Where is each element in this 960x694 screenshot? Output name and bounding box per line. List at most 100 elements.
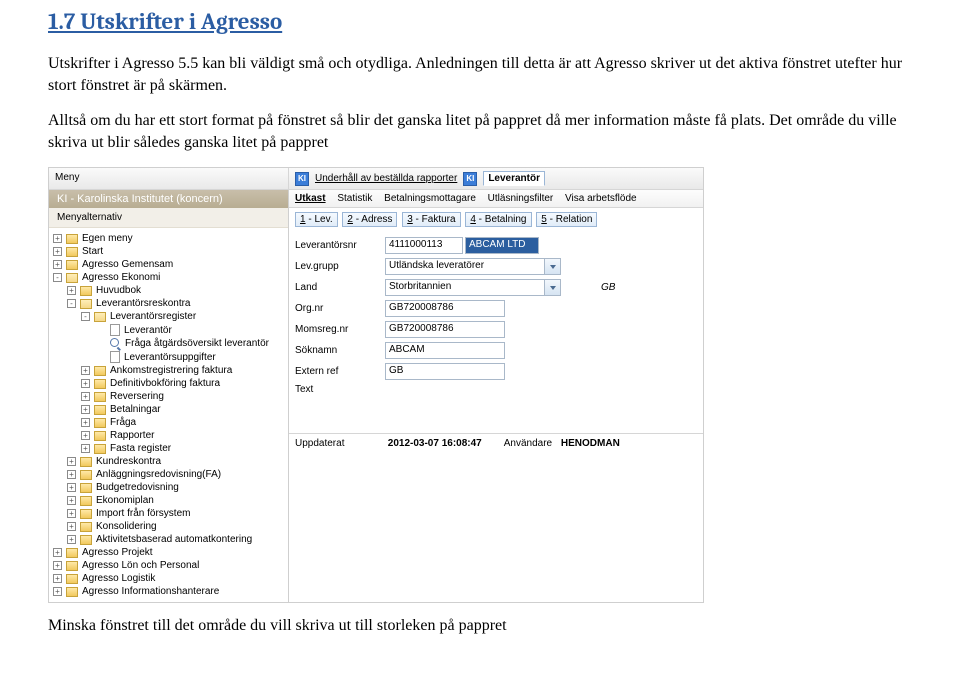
tree-item[interactable]: +Agresso Informationshanterare — [53, 585, 284, 598]
tree-item[interactable]: +Fråga — [53, 416, 284, 429]
expand-icon[interactable]: + — [67, 496, 76, 505]
levgrupp-select[interactable]: Utländska leveratörer — [385, 258, 545, 275]
tree-item[interactable]: + Agresso Projekt — [53, 546, 284, 559]
leverantor-name[interactable]: ABCAM LTD — [465, 237, 539, 254]
expand-icon[interactable]: + — [53, 587, 62, 596]
sidebar: KI - Karolinska Institutet (koncern) Men… — [49, 190, 289, 602]
externref-input[interactable]: GB — [385, 363, 505, 380]
expand-icon[interactable]: + — [67, 509, 76, 518]
paragraph-1: Utskrifter i Agresso 5.5 kan bli väldigt… — [48, 53, 912, 96]
folder-icon — [80, 509, 92, 519]
tree-item[interactable]: +Aktivitetsbaserad automatkontering — [53, 533, 284, 546]
tree-item-label: Ekonomiplan — [96, 495, 154, 506]
tree-item[interactable]: + Rapporter — [53, 429, 284, 442]
collapse-icon[interactable]: - — [53, 273, 62, 282]
tree-item[interactable]: -Leverantörsreskontra — [53, 297, 284, 310]
expand-icon[interactable]: + — [53, 574, 62, 583]
chevron-down-icon[interactable] — [545, 279, 561, 296]
expand-icon[interactable]: + — [53, 548, 62, 557]
folder-icon — [66, 574, 78, 584]
collapse-icon[interactable]: - — [67, 299, 76, 308]
numtab-adress[interactable]: 2 - Adress — [342, 212, 397, 227]
expand-icon[interactable]: + — [81, 379, 90, 388]
numtab-betalning[interactable]: 4 - Betalning — [465, 212, 531, 227]
tree-item[interactable]: + Ekonomiplan — [53, 494, 284, 507]
expand-icon[interactable]: + — [67, 535, 76, 544]
tab-betalningsmottagare[interactable]: Betalningsmottagare — [384, 193, 476, 204]
land-select[interactable]: Storbritannien — [385, 279, 545, 296]
expand-icon[interactable]: + — [81, 444, 90, 453]
tree-item-label: Ankomstregistrering faktura — [110, 365, 232, 376]
collapse-icon[interactable]: - — [81, 312, 90, 321]
tab-utlasningsfilter[interactable]: Utläsningsfilter — [488, 193, 554, 204]
tab-visa-arbetsflode[interactable]: Visa arbetsflöde — [565, 193, 637, 204]
tree-item[interactable]: + Agresso Gemensam — [53, 258, 284, 271]
expand-icon[interactable]: + — [67, 470, 76, 479]
tree-item[interactable]: +Fasta register — [53, 442, 284, 455]
orgnr-label: Org.nr — [295, 303, 385, 314]
expand-icon[interactable]: + — [53, 561, 62, 570]
folder-icon — [80, 535, 92, 545]
expand-icon[interactable]: + — [67, 457, 76, 466]
folder-icon — [66, 234, 78, 244]
tree-item[interactable]: +Definitivbokföring faktura — [53, 377, 284, 390]
folder-icon — [66, 548, 78, 558]
soknamn-input[interactable]: ABCAM — [385, 342, 505, 359]
tree-item[interactable]: +Kundreskontra — [53, 455, 284, 468]
expand-icon[interactable]: + — [81, 405, 90, 414]
expand-icon[interactable]: + — [81, 392, 90, 401]
tree-item[interactable]: +Egen meny — [53, 232, 284, 245]
tree-item[interactable]: +Agresso Lön och Personal — [53, 559, 284, 572]
tree-item[interactable]: + Huvudbok — [53, 284, 284, 297]
numtab-relation[interactable]: 5 - Relation — [536, 212, 597, 227]
expand-icon[interactable]: + — [67, 522, 76, 531]
orgnr-input[interactable]: GB720008786 — [385, 300, 505, 317]
expand-icon[interactable]: + — [53, 234, 62, 243]
tree-item[interactable]: Leverantör — [53, 323, 284, 337]
expand-icon[interactable]: + — [53, 247, 62, 256]
tree-item-label: Konsolidering — [96, 521, 157, 532]
top-bar-menu-label[interactable]: Meny — [49, 168, 289, 189]
tab-utkast[interactable]: Utkast — [295, 193, 326, 204]
chevron-down-icon[interactable] — [545, 258, 561, 275]
update-row: Uppdaterat 2012-03-07 16:08:47 Användare… — [289, 433, 703, 453]
tree-item[interactable]: Fråga åtgärdsöversikt leverantör — [53, 337, 284, 350]
tree-item-label: Huvudbok — [96, 285, 141, 296]
tree-item[interactable]: -Agresso Ekonomi — [53, 271, 284, 284]
ki-icon: KI — [463, 172, 477, 186]
ki-icon: KI — [295, 172, 309, 186]
top-bar: Meny KI Underhåll av beställda rapporter… — [49, 168, 703, 190]
leverantorsnr-input[interactable]: 4111000113 — [385, 237, 463, 254]
tree-item[interactable]: + Konsolidering — [53, 520, 284, 533]
tree-item[interactable]: - Leverantörsregister — [53, 310, 284, 323]
tree-item-label: Import från försystem — [96, 508, 190, 519]
numtab-faktura[interactable]: 3 - Faktura — [402, 212, 460, 227]
tree-item[interactable]: Leverantörsuppgifter — [53, 350, 284, 364]
tree-item-label: Rapporter — [110, 430, 154, 441]
tree-item[interactable]: +Reversering — [53, 390, 284, 403]
tree-item[interactable]: +Budgetredovisning — [53, 481, 284, 494]
tab-underhall[interactable]: Underhåll av beställda rapporter — [315, 173, 457, 184]
tree-item[interactable]: +Anläggningsredovisning(FA) — [53, 468, 284, 481]
numtab-lev[interactable]: 1 - Lev. — [295, 212, 338, 227]
tab-leverantor[interactable]: Leverantör — [483, 171, 545, 186]
expand-icon[interactable]: + — [81, 366, 90, 375]
expand-icon[interactable]: + — [53, 260, 62, 269]
tree-item[interactable]: +Agresso Logistik — [53, 572, 284, 585]
tree-item[interactable]: + Import från försystem — [53, 507, 284, 520]
expand-icon[interactable]: + — [67, 483, 76, 492]
tree-item-label: Leverantörsregister — [110, 311, 196, 322]
tab-statistik[interactable]: Statistik — [337, 193, 372, 204]
tree-item-label: Agresso Gemensam — [82, 259, 173, 270]
tree-item[interactable]: + Ankomstregistrering faktura — [53, 364, 284, 377]
main-panel: Utkast Statistik Betalningsmottagare Utl… — [289, 190, 703, 602]
tree-item[interactable]: +Betalningar — [53, 403, 284, 416]
sidebar-subtitle: Menyalternativ — [49, 208, 288, 228]
momsregnr-input[interactable]: GB720008786 — [385, 321, 505, 338]
tree-item[interactable]: +Start — [53, 245, 284, 258]
expand-icon[interactable]: + — [81, 418, 90, 427]
expand-icon[interactable]: + — [81, 431, 90, 440]
tree-item-label: Agresso Projekt — [82, 547, 153, 558]
folder-icon — [80, 496, 92, 506]
expand-icon[interactable]: + — [67, 286, 76, 295]
